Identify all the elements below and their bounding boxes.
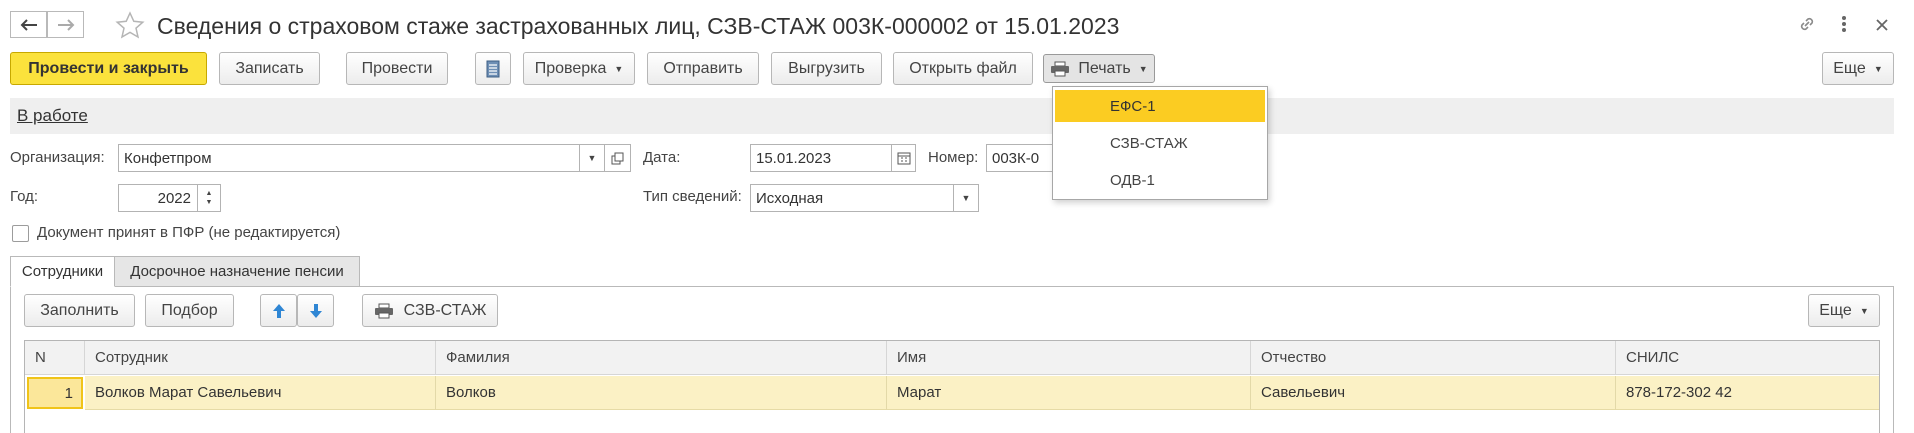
print-szv-stazh-label: СЗВ-СТАЖ	[403, 301, 487, 319]
check-button-label: Проверка	[534, 59, 607, 77]
window-title: Сведения о страховом стаже застрахованны…	[157, 13, 1120, 39]
info-type-field[interactable]: Исходная	[750, 184, 954, 212]
chevron-down-icon: ▼	[1138, 63, 1148, 74]
open-form-icon	[611, 152, 624, 164]
calendar-icon	[897, 152, 910, 165]
more-button-label: Еще	[1833, 59, 1866, 77]
more-dropdown-button[interactable]: Еще ▼	[1822, 52, 1894, 85]
tab-employees[interactable]: Сотрудники	[10, 256, 115, 287]
column-header-first-name[interactable]: Имя	[887, 341, 1251, 375]
pfr-accepted-label: Документ принят в ПФР (не редактируется)	[37, 224, 341, 241]
pfr-accepted-checkbox[interactable]	[12, 225, 29, 242]
column-header-employee[interactable]: Сотрудник	[85, 341, 436, 375]
employees-table: N Сотрудник Фамилия Имя Отчество СНИЛС 1…	[24, 340, 1880, 433]
status-bar	[10, 98, 1894, 134]
print-menu-item-szv-stazh[interactable]: СЗВ-СТАЖ	[1055, 127, 1265, 159]
year-field[interactable]: 2022	[118, 184, 198, 212]
document-list-button[interactable]	[475, 52, 511, 85]
chevron-down-icon: ▼	[1859, 305, 1869, 316]
status-link[interactable]: В работе	[17, 106, 88, 126]
print-menu: ЕФС-1 СЗВ-СТАЖ ОДВ-1	[1052, 86, 1268, 200]
select-button[interactable]: Подбор	[145, 294, 234, 327]
table-cell-last-name[interactable]: Волков	[436, 376, 887, 410]
info-type-label: Тип сведений:	[643, 188, 742, 205]
chevron-down-icon: ▼	[1873, 63, 1883, 74]
save-button[interactable]: Записать	[219, 52, 320, 85]
chevron-down-icon: ▼	[961, 193, 971, 203]
forward-arrow-icon	[57, 18, 74, 31]
post-button[interactable]: Провести	[346, 52, 448, 85]
chevron-down-icon: ▼	[587, 153, 597, 163]
column-header-last-name[interactable]: Фамилия	[436, 341, 887, 375]
document-list-icon	[486, 60, 500, 77]
table-cell-snils[interactable]: 878-172-302 42	[1616, 376, 1879, 410]
tab-early-pension[interactable]: Досрочное назначение пенсии	[114, 256, 360, 287]
print-szv-stazh-button[interactable]: СЗВ-СТАЖ	[362, 294, 498, 327]
export-button[interactable]: Выгрузить	[771, 52, 882, 85]
table-cell-n[interactable]: 1	[27, 377, 83, 409]
table-cell-employee[interactable]: Волков Марат Савельевич	[85, 376, 436, 410]
open-file-button[interactable]: Открыть файл	[893, 52, 1033, 85]
close-icon[interactable]	[1874, 14, 1890, 39]
post-and-close-button[interactable]: Провести и закрыть	[10, 52, 207, 85]
table-more-dropdown-button[interactable]: Еще ▼	[1808, 294, 1880, 327]
print-menu-item-efs1[interactable]: ЕФС-1	[1055, 90, 1265, 122]
column-header-n[interactable]: N	[25, 341, 85, 375]
chevron-down-icon[interactable]: ▼	[206, 198, 213, 207]
year-label: Год:	[10, 188, 39, 205]
printer-icon	[374, 303, 393, 318]
kebab-menu-icon[interactable]	[1841, 14, 1847, 39]
table-more-label: Еще	[1819, 301, 1852, 319]
check-dropdown-button[interactable]: Проверка ▼	[523, 52, 635, 85]
arrow-up-icon	[272, 303, 285, 318]
number-label: Номер:	[928, 149, 979, 166]
send-button[interactable]: Отправить	[647, 52, 759, 85]
chevron-up-icon[interactable]: ▲	[206, 189, 213, 198]
table-cell-first-name[interactable]: Марат	[887, 376, 1251, 410]
chevron-down-icon: ▼	[614, 63, 624, 74]
number-field[interactable]: 003К-0	[986, 144, 1053, 172]
arrow-down-icon	[309, 303, 322, 318]
organization-label: Организация:	[10, 149, 105, 166]
back-arrow-icon	[20, 18, 37, 31]
calendar-button[interactable]	[891, 144, 916, 172]
print-button-label: Печать	[1078, 59, 1131, 77]
column-header-patronymic[interactable]: Отчество	[1251, 341, 1616, 375]
table-cell-patronymic[interactable]: Савельевич	[1251, 376, 1616, 410]
column-header-snils[interactable]: СНИЛС	[1616, 341, 1879, 375]
print-menu-item-odv1[interactable]: ОДВ-1	[1055, 164, 1265, 196]
organization-open-button[interactable]	[604, 144, 631, 172]
forward-button[interactable]	[47, 11, 84, 38]
printer-icon	[1051, 61, 1070, 76]
date-field[interactable]: 15.01.2023	[750, 144, 892, 172]
move-down-button[interactable]	[297, 294, 334, 327]
organization-field[interactable]: Конфетпром	[118, 144, 580, 172]
link-icon[interactable]	[1797, 14, 1817, 39]
back-button[interactable]	[10, 11, 47, 38]
organization-dropdown-button[interactable]: ▼	[579, 144, 605, 172]
info-type-dropdown-button[interactable]: ▼	[953, 184, 979, 212]
favorite-star-icon[interactable]	[115, 11, 145, 43]
date-label: Дата:	[643, 149, 681, 166]
fill-button[interactable]: Заполнить	[24, 294, 135, 327]
move-up-button[interactable]	[260, 294, 297, 327]
year-stepper[interactable]: ▲ ▼	[197, 184, 221, 212]
print-dropdown-button[interactable]: Печать ▼	[1043, 54, 1155, 83]
